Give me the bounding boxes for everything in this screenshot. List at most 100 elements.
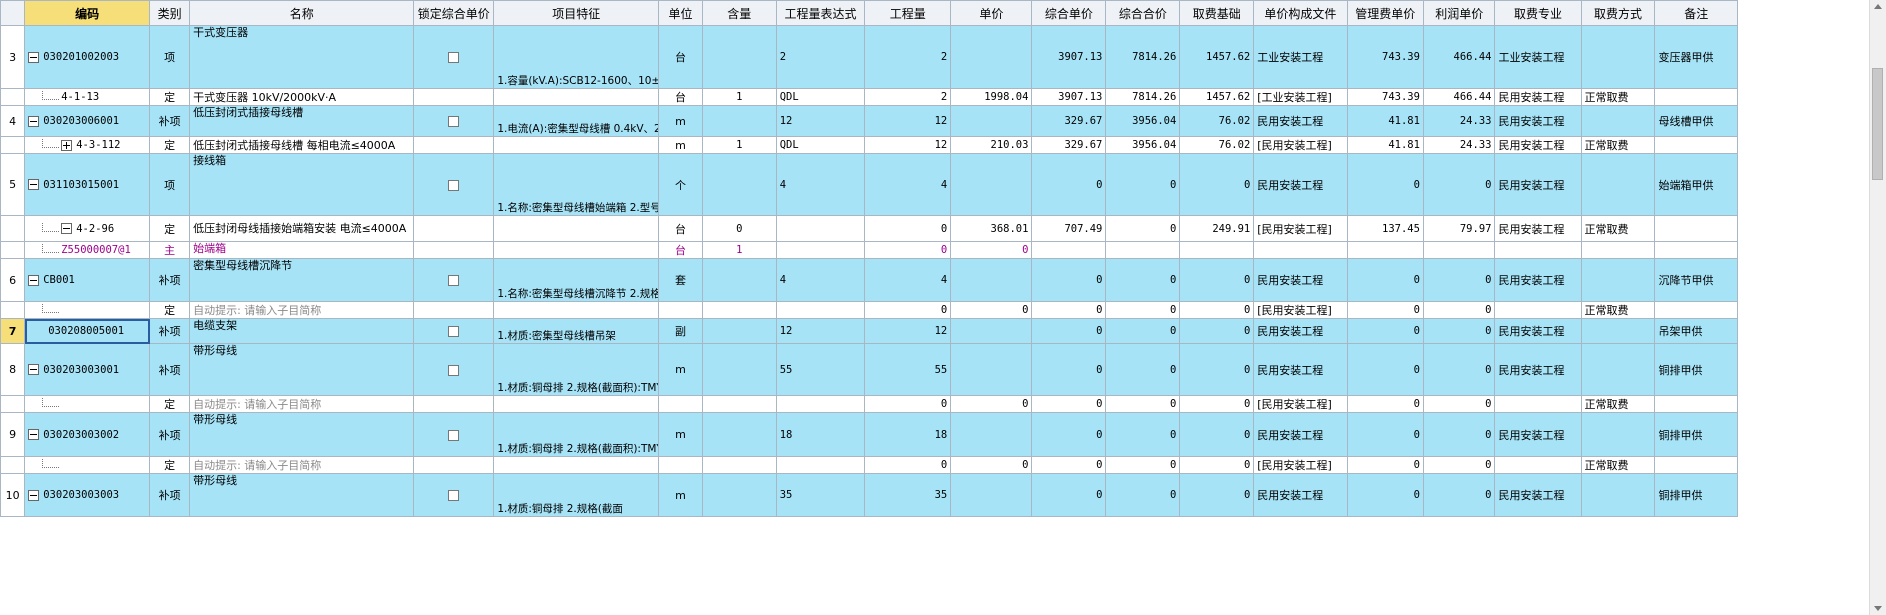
lock-price-cell[interactable] (413, 241, 495, 259)
column-header[interactable]: 利润单价 (1422, 0, 1496, 26)
unit-cell[interactable] (658, 456, 703, 474)
row-number[interactable] (0, 241, 26, 259)
scroll-thumb[interactable] (1872, 68, 1883, 180)
unit-cell[interactable]: 副 (658, 318, 703, 344)
fee-base-cell[interactable]: 1457.62 (1179, 88, 1255, 106)
remark-cell[interactable]: 母线槽甲供 (1654, 105, 1738, 137)
column-header[interactable]: 编码 (24, 0, 151, 26)
profit-cell[interactable]: 24.33 (1422, 136, 1496, 154)
profit-cell[interactable]: 0 (1422, 318, 1496, 344)
feature-cell[interactable]: 1.名称:密集型母线槽始端箱 2.型号、规格:0.4kV、2500A (493, 153, 660, 216)
quantity-expression-cell[interactable]: 12 (775, 105, 866, 137)
lock-price-cell[interactable] (413, 105, 495, 137)
unit-cell[interactable]: 台 (658, 88, 703, 106)
fee-base-cell[interactable] (1179, 241, 1255, 259)
remark-cell[interactable] (1654, 301, 1738, 319)
fee-major-cell[interactable]: 民用安装工程 (1494, 105, 1582, 137)
lock-price-checkbox[interactable] (448, 52, 460, 63)
price-composition-file-cell[interactable]: [民用安装工程] (1253, 136, 1348, 154)
fee-major-cell[interactable]: 民用安装工程 (1494, 343, 1582, 396)
unit-price-cell[interactable]: 0 (950, 395, 1033, 413)
category-cell[interactable]: 定 (149, 88, 191, 106)
content-cell[interactable] (701, 456, 777, 474)
content-cell[interactable] (701, 258, 777, 302)
table-row-item[interactable]: 5 031103015001 项 接线箱 1.名称:密集型母线槽始端箱 2.型号、规格:… (0, 153, 1738, 216)
quantity-cell[interactable]: 0 (864, 395, 952, 413)
quantity-cell[interactable]: 18 (864, 412, 952, 457)
remark-cell[interactable]: 沉降节甲供 (1654, 258, 1738, 302)
fee-method-cell[interactable] (1580, 473, 1656, 517)
quantity-expression-cell[interactable]: 4 (775, 258, 866, 302)
scroll-down-icon[interactable] (1874, 606, 1882, 611)
unit-cell[interactable]: 台 (658, 25, 703, 89)
composite-total-cell[interactable]: 3956.04 (1105, 136, 1181, 154)
code-cell[interactable]: 030201002003 (24, 25, 151, 89)
fee-major-cell[interactable]: 民用安装工程 (1494, 473, 1582, 517)
fee-method-cell[interactable]: 正常取费 (1580, 136, 1656, 154)
code-cell[interactable]: CB001 (24, 258, 151, 302)
category-cell[interactable]: 补项 (149, 473, 191, 517)
lock-price-cell[interactable] (413, 88, 495, 106)
management-fee-cell[interactable] (1346, 241, 1424, 259)
composite-total-cell[interactable]: 0 (1105, 473, 1181, 517)
feature-cell[interactable] (493, 241, 660, 259)
name-cell[interactable]: 接线箱 (189, 153, 415, 216)
fee-major-cell[interactable]: 民用安装工程 (1494, 88, 1582, 106)
unit-cell[interactable]: m (658, 412, 703, 457)
feature-cell[interactable]: 1.材质:铜母排 2.规格(截面 (493, 473, 660, 517)
row-number[interactable] (0, 215, 26, 242)
composite-unit-price-cell[interactable]: 0 (1031, 473, 1107, 517)
code-cell[interactable] (24, 395, 151, 413)
feature-cell[interactable] (493, 136, 660, 154)
category-cell[interactable]: 项 (149, 25, 191, 89)
fee-base-cell[interactable]: 0 (1179, 395, 1255, 413)
composite-total-cell[interactable]: 3956.04 (1105, 105, 1181, 137)
lock-price-checkbox[interactable] (448, 429, 460, 441)
price-composition-file-cell[interactable]: [民用安装工程] (1253, 395, 1348, 413)
composite-unit-price-cell[interactable] (1031, 241, 1107, 259)
lock-price-cell[interactable] (413, 473, 495, 517)
feature-cell[interactable] (493, 456, 660, 474)
category-cell[interactable]: 定 (149, 456, 191, 474)
quantity-cell[interactable]: 0 (864, 456, 952, 474)
column-header[interactable]: 综合合价 (1105, 0, 1181, 26)
composite-unit-price-cell[interactable]: 329.67 (1031, 136, 1107, 154)
collapse-toggle-icon[interactable] (28, 51, 40, 63)
quantity-cell[interactable]: 0 (864, 215, 952, 242)
unit-price-cell[interactable]: 210.03 (950, 136, 1033, 154)
quantity-cell[interactable]: 55 (864, 343, 952, 396)
category-cell[interactable]: 项 (149, 153, 191, 216)
row-number[interactable]: 5 (0, 153, 26, 216)
composite-unit-price-cell[interactable]: 329.67 (1031, 105, 1107, 137)
collapse-toggle-icon[interactable] (28, 115, 40, 127)
quantity-expression-cell[interactable]: 12 (775, 318, 866, 344)
feature-cell[interactable] (493, 395, 660, 413)
column-header[interactable]: 类别 (149, 0, 191, 26)
row-number[interactable] (0, 88, 26, 106)
unit-cell[interactable]: 个 (658, 153, 703, 216)
composite-total-cell[interactable]: 0 (1105, 343, 1181, 396)
code-cell[interactable]: 4-1-13 (24, 88, 151, 106)
fee-base-cell[interactable]: 0 (1179, 153, 1255, 216)
price-composition-file-cell[interactable]: 民用安装工程 (1253, 318, 1348, 344)
composite-unit-price-cell[interactable]: 3907.13 (1031, 88, 1107, 106)
expand-toggle-icon[interactable] (61, 139, 73, 151)
fee-base-cell[interactable]: 76.02 (1179, 105, 1255, 137)
fee-method-cell[interactable] (1580, 318, 1656, 344)
profit-cell[interactable]: 79.97 (1422, 215, 1496, 242)
composite-total-cell[interactable]: 0 (1105, 456, 1181, 474)
code-cell[interactable]: 030203006001 (24, 105, 151, 137)
profit-cell[interactable]: 466.44 (1422, 88, 1496, 106)
row-number[interactable]: 8 (0, 343, 26, 396)
fee-method-cell[interactable]: 正常取费 (1580, 456, 1656, 474)
management-fee-cell[interactable]: 0 (1346, 318, 1424, 344)
unit-cell[interactable]: 台 (658, 215, 703, 242)
composite-total-cell[interactable]: 0 (1105, 412, 1181, 457)
management-fee-cell[interactable]: 0 (1346, 258, 1424, 302)
profit-cell[interactable] (1422, 241, 1496, 259)
management-fee-cell[interactable]: 137.45 (1346, 215, 1424, 242)
fee-major-cell[interactable]: 民用安装工程 (1494, 153, 1582, 216)
fee-major-cell[interactable] (1494, 241, 1582, 259)
lock-price-cell[interactable] (413, 301, 495, 319)
management-fee-cell[interactable]: 743.39 (1346, 25, 1424, 89)
